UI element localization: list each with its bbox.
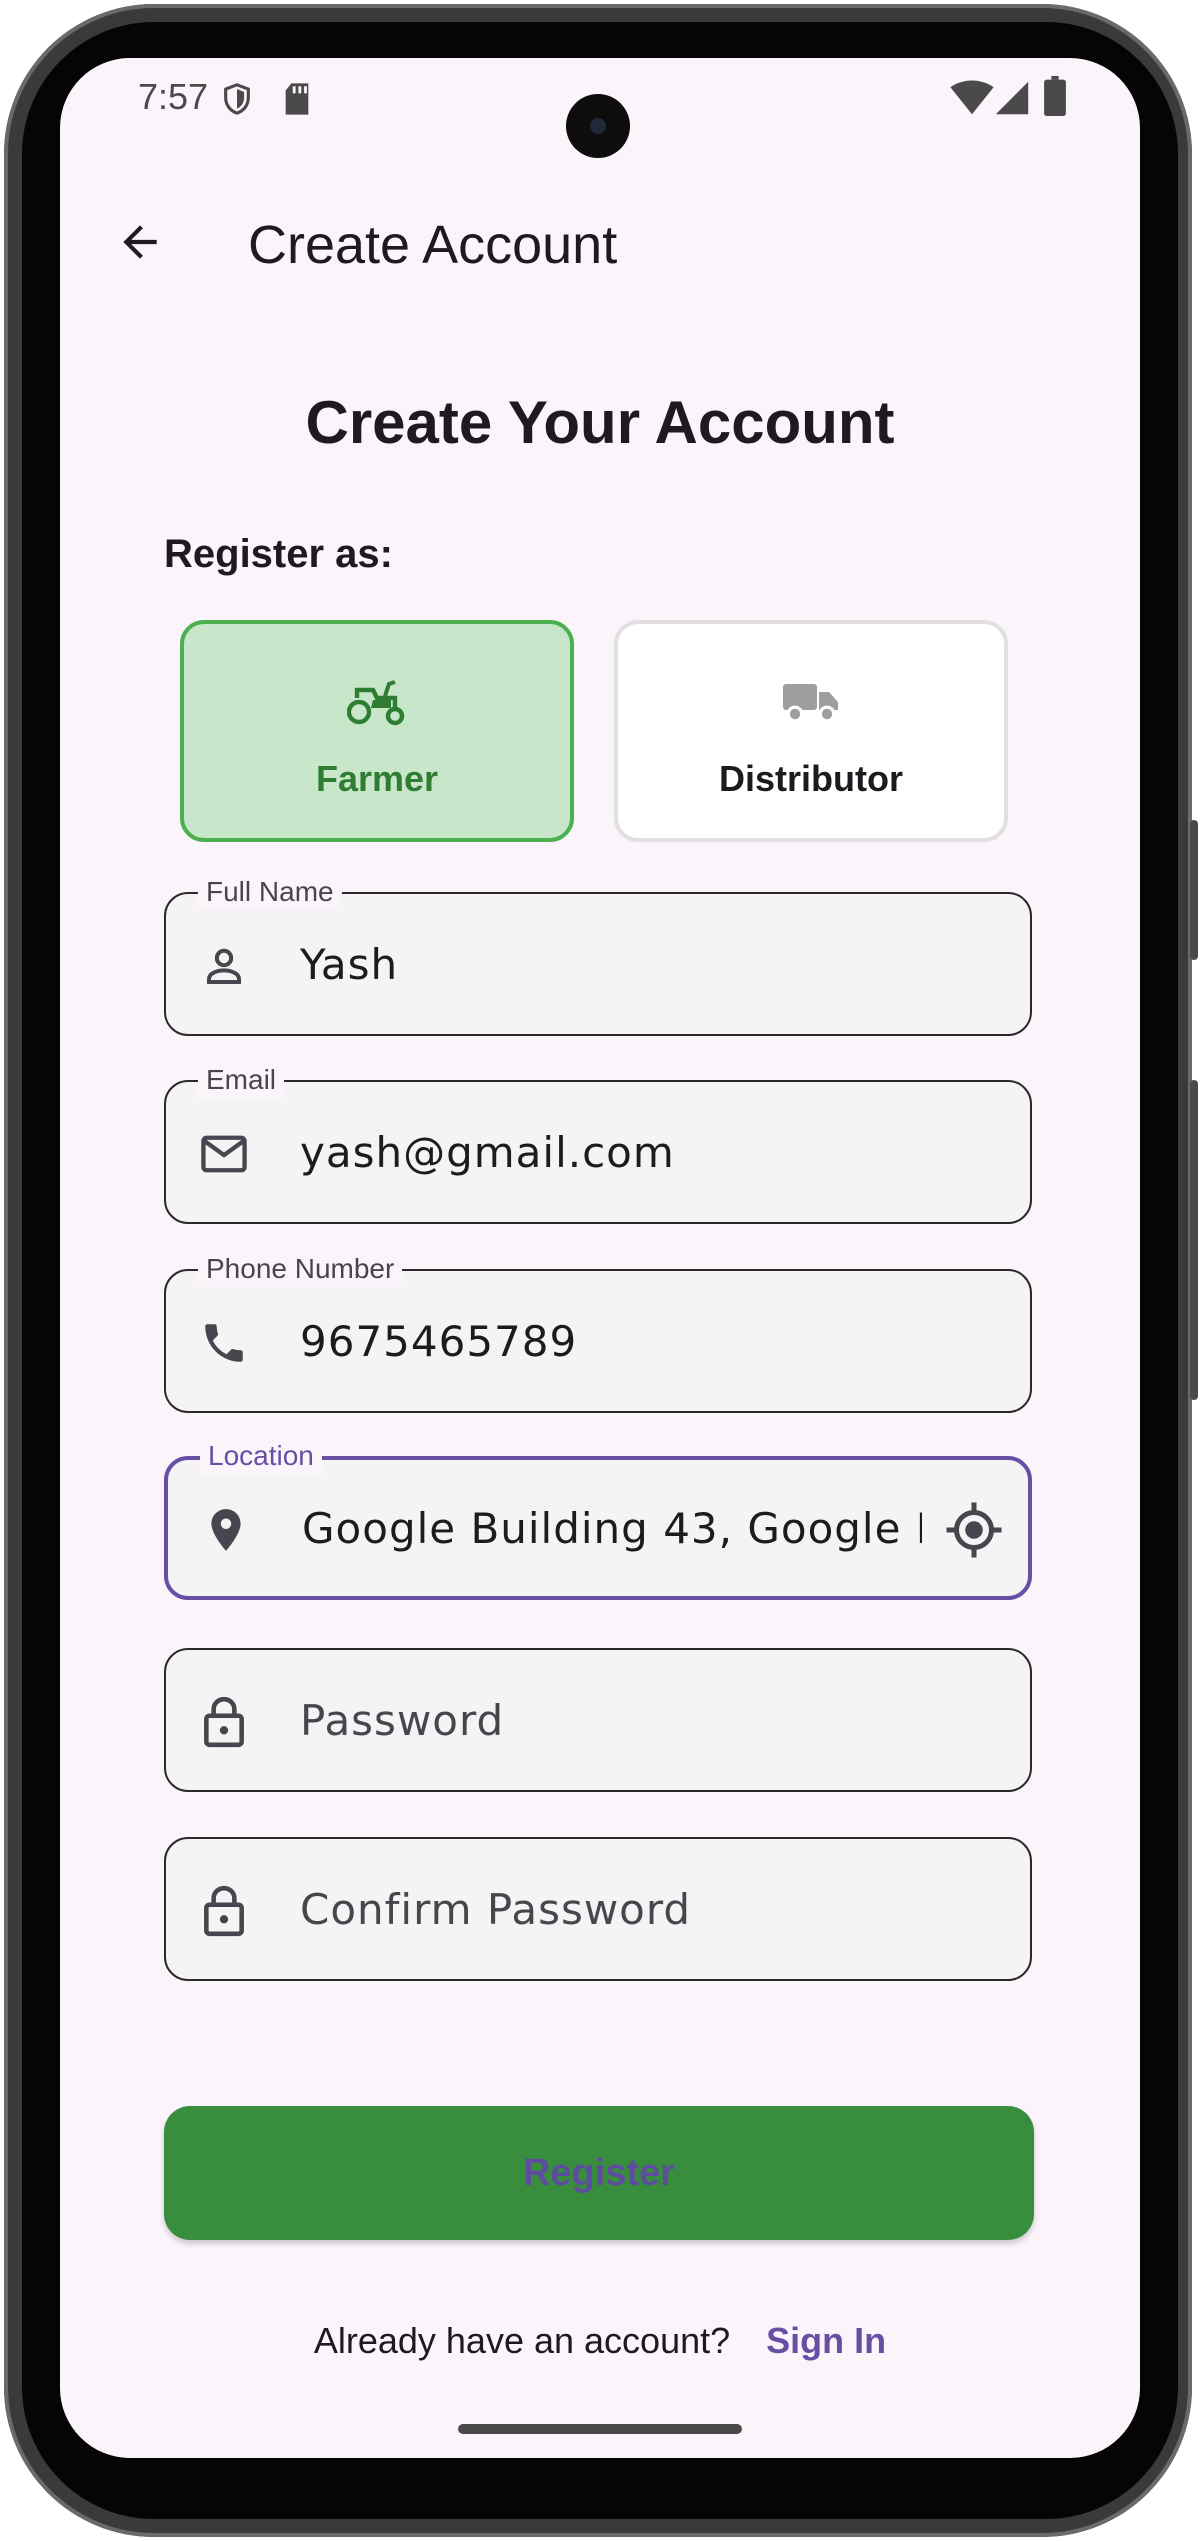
email-field: Email (164, 1062, 1032, 1224)
location-input[interactable] (302, 1460, 922, 1596)
power-button (1190, 820, 1198, 960)
email-label: Email (198, 1062, 285, 1098)
battery-icon (1044, 76, 1066, 121)
register-button[interactable]: Register (164, 2106, 1034, 2240)
tractor-icon (347, 674, 407, 730)
lock-icon (196, 1694, 252, 1750)
lock-icon (196, 1883, 252, 1939)
page-heading: Create Your Account (305, 389, 895, 456)
status-time: 7:57 (138, 76, 209, 117)
app-screen: 7:57 Create Account Create Your Account … (60, 58, 1140, 2458)
location-pin-icon (198, 1502, 254, 1558)
confirm-password-input[interactable] (300, 1839, 940, 1979)
home-indicator[interactable] (458, 2424, 742, 2434)
app-bar: Create Account (60, 178, 1140, 308)
arrow-back-icon (123, 225, 157, 259)
signin-prompt: Already have an account? (313, 2320, 731, 2361)
role-card-farmer[interactable]: Farmer (180, 620, 574, 842)
email-input[interactable] (300, 1082, 940, 1222)
location-field: Location (164, 1438, 1032, 1600)
wifi-icon (950, 80, 994, 121)
register-as-label: Register as: (164, 532, 393, 576)
app-bar-title: Create Account (248, 215, 618, 275)
phone-input[interactable] (300, 1271, 940, 1411)
confirm-password-field (164, 1837, 1032, 1981)
password-field (164, 1648, 1032, 1792)
signin-link[interactable]: Sign In (766, 2320, 886, 2361)
role-label-distributor: Distributor (719, 758, 903, 799)
phone-icon (196, 1315, 252, 1371)
volume-button (1190, 1080, 1198, 1400)
mail-icon (196, 1126, 252, 1182)
full-name-input[interactable] (300, 894, 940, 1034)
my-location-icon[interactable] (944, 1500, 1004, 1560)
role-label-farmer: Farmer (315, 758, 439, 799)
password-input[interactable] (300, 1650, 940, 1790)
truck-icon (780, 674, 842, 730)
signin-row: Already have an account? Sign In (60, 2320, 1140, 2362)
shield-icon (220, 80, 254, 123)
full-name-field: Full Name (164, 874, 1032, 1036)
sd-card-icon (282, 82, 312, 121)
cell-signal-icon (994, 80, 1030, 121)
back-button[interactable] (100, 202, 180, 282)
role-card-distributor[interactable]: Distributor (614, 620, 1008, 842)
front-camera (566, 94, 630, 158)
person-icon (196, 938, 252, 994)
phone-field: Phone Number (164, 1251, 1032, 1413)
phone-device: 7:57 Create Account Create Your Account … (0, 0, 1200, 2541)
